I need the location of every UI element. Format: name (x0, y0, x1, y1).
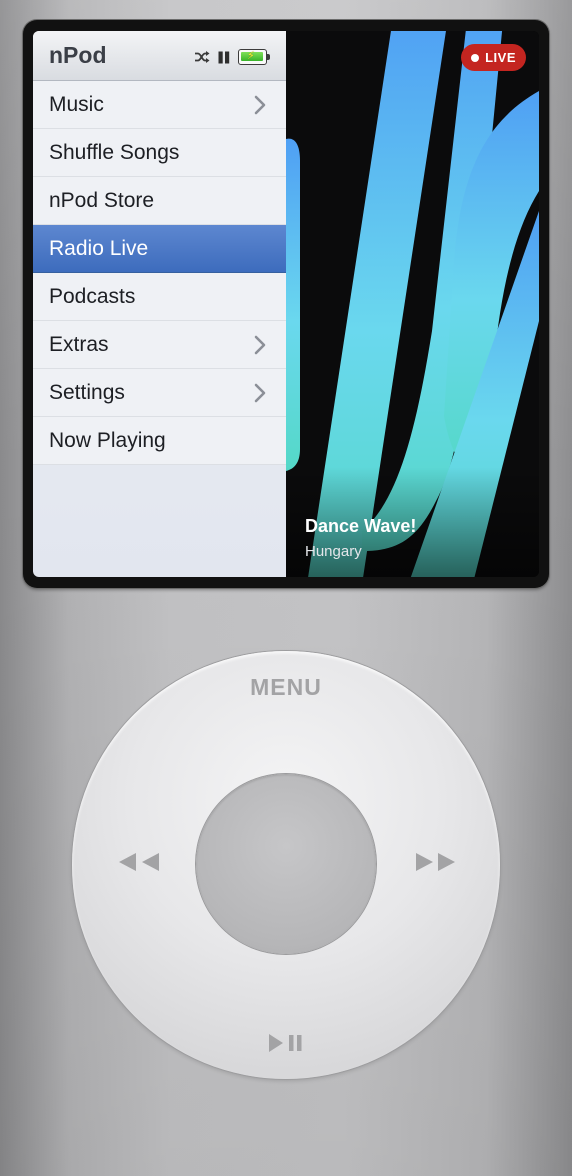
menu-item-label: Music (49, 93, 104, 116)
menu-item-label: Podcasts (49, 285, 136, 308)
menu-item-label: Settings (49, 381, 125, 404)
menu-item-label: nPod Store (49, 189, 155, 212)
menu-item-label: Radio Live (49, 237, 149, 260)
menu-button[interactable]: MENU (236, 674, 336, 701)
menu-item-music[interactable]: Music (33, 81, 286, 129)
fast-forward-icon[interactable] (415, 851, 457, 873)
rewind-icon[interactable] (118, 851, 160, 873)
station-name: Dance Wave! (305, 516, 417, 536)
play-pause-icon[interactable] (268, 1033, 304, 1053)
screen: nPod ⚡ Music Shuffle Songs nPod Store Ra… (33, 31, 539, 577)
pause-icon (218, 51, 230, 63)
status-icons: ⚡ (194, 48, 270, 66)
now-playing-pane: LIVE Dance Wave! Hungary (286, 31, 539, 577)
shuffle-icon (195, 51, 210, 63)
main-menu: Music Shuffle Songs nPod Store Radio Liv… (33, 81, 286, 465)
live-dot-icon (471, 53, 480, 62)
menu-item-shuffle-songs[interactable]: Shuffle Songs (33, 129, 286, 177)
chevron-right-icon (254, 383, 266, 403)
chevron-right-icon (254, 95, 266, 115)
live-badge-label: LIVE (485, 50, 516, 65)
menu-item-label: Extras (49, 333, 109, 356)
select-button[interactable] (196, 774, 376, 954)
menu-item-label: Shuffle Songs (49, 141, 180, 164)
battery-charging-icon: ⚡ (238, 49, 270, 65)
station-country: Hungary (305, 543, 362, 560)
menu-item-settings[interactable]: Settings (33, 369, 286, 417)
app-title: nPod (49, 42, 107, 68)
live-badge: LIVE (461, 44, 526, 71)
menu-item-label: Now Playing (49, 429, 166, 452)
menu-item-npod-store[interactable]: nPod Store (33, 177, 286, 225)
title-bar: nPod ⚡ (33, 31, 286, 81)
chevron-right-icon (254, 335, 266, 355)
menu-item-radio-live[interactable]: Radio Live (33, 225, 286, 273)
menu-pane: nPod ⚡ Music Shuffle Songs nPod Store Ra… (33, 31, 286, 577)
menu-item-now-playing[interactable]: Now Playing (33, 417, 286, 465)
menu-item-podcasts[interactable]: Podcasts (33, 273, 286, 321)
menu-item-extras[interactable]: Extras (33, 321, 286, 369)
